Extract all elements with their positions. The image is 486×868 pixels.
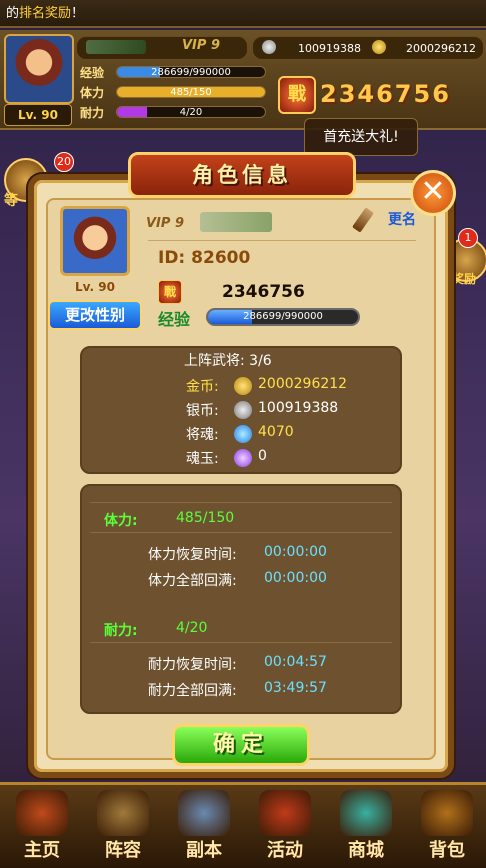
dialog-title: 角色信息 — [128, 152, 356, 198]
gem-shop-icon — [340, 790, 392, 836]
dialog-vip-label: VIP 9 — [146, 216, 184, 231]
stamina-recover-label: 体力恢复时间: — [148, 547, 237, 563]
announcement-ticker: 的排名奖励！ — [0, 0, 486, 28]
endurance-value: 4/20 — [176, 620, 208, 636]
resource-value: 4070 — [258, 424, 294, 440]
soul-jade-icon — [234, 449, 252, 467]
generals-value: 3/6 — [249, 353, 272, 369]
dialog-exp-bar: 286699/990000 — [206, 308, 360, 326]
resource-label: 银币: — [186, 403, 219, 419]
top-stat-bar: 485/150 — [116, 86, 266, 98]
nav-item[interactable]: 商城 — [326, 790, 406, 864]
side-label-right: 奖励 — [452, 272, 477, 286]
resource-value: 2000296212 — [258, 376, 348, 392]
gold-coin-icon — [234, 377, 252, 395]
side-badge-right: 1 — [458, 228, 478, 248]
player-avatar[interactable] — [4, 34, 74, 104]
top-stat-value: 286699/990000 — [151, 67, 231, 78]
ticker-highlight: 排名奖励 — [19, 6, 72, 21]
stamina-full-time: 00:00:00 — [264, 570, 327, 586]
nav-label: 活动 — [267, 840, 303, 861]
id-label: ID: — [158, 248, 186, 268]
stamina-full-label: 体力全部回满: — [148, 573, 237, 589]
resource-label: 金币: — [186, 379, 219, 395]
combat-power-value: 2346756 — [320, 80, 451, 108]
nav-label: 副本 — [186, 840, 222, 861]
gold-coin-icon — [372, 40, 386, 54]
home-gate-icon — [16, 790, 68, 836]
nav-label: 商城 — [348, 840, 384, 861]
dialog-exp-label: 经验 — [158, 310, 191, 329]
character-portrait — [60, 206, 130, 276]
silver-amount: 100919388 — [298, 42, 361, 55]
nav-label: 阵容 — [105, 840, 141, 861]
id-value: 82600 — [191, 248, 251, 268]
top-stat-label: 耐力 — [80, 106, 105, 120]
stamina-value: 485/150 — [176, 510, 235, 526]
top-stat-bar: 4/20 — [116, 106, 266, 118]
treasure-chest-icon — [421, 790, 473, 836]
stamina-recover-time: 00:00:00 — [264, 544, 327, 560]
soul-flame-icon — [234, 425, 252, 443]
endurance-full-label: 耐力全部回满: — [148, 683, 237, 699]
close-button[interactable]: ✕ — [410, 170, 456, 216]
silver-coin-icon — [262, 40, 276, 54]
divider — [90, 642, 392, 643]
side-badge-left: 20 — [54, 152, 74, 172]
drum-icon — [259, 790, 311, 836]
confirm-button[interactable]: 确定 — [172, 724, 310, 766]
top-stat-label: 体力 — [80, 86, 105, 100]
top-stat-bar: 286699/990000 — [116, 66, 266, 78]
endurance-full-time: 03:49:57 — [264, 680, 327, 696]
top-stat-label: 经验 — [80, 66, 105, 80]
top-stat-value: 485/150 — [170, 87, 212, 98]
combat-power-icon: 戰 — [278, 76, 316, 114]
rename-label: 更名 — [388, 212, 416, 228]
divider — [90, 532, 392, 533]
nav-label: 主页 — [24, 840, 60, 861]
dialog-exp-value: 286699/990000 — [243, 311, 323, 322]
nav-item[interactable]: 阵容 — [83, 790, 163, 864]
ticker-prefix: 的 — [6, 6, 20, 21]
top-stat-value: 4/20 — [179, 107, 203, 118]
nav-label: 背包 — [429, 840, 465, 861]
nav-item[interactable]: 副本 — [164, 790, 244, 864]
character-id: ID: 82600 — [158, 248, 250, 268]
player-name-redacted — [86, 40, 146, 54]
endurance-label: 耐力: — [104, 623, 138, 639]
endurance-recover-time: 00:04:57 — [264, 654, 327, 670]
divider — [90, 502, 392, 503]
endurance-recover-label: 耐力恢复时间: — [148, 657, 237, 673]
dialog-combat-power: 2346756 — [222, 282, 305, 302]
resource-label: 魂玉: — [186, 451, 219, 467]
resource-label: 将魂: — [186, 427, 219, 443]
lineup-scroll-icon — [97, 790, 149, 836]
nav-item[interactable]: 背包 — [407, 790, 486, 864]
divider — [148, 240, 416, 241]
side-label-left: 等 — [4, 193, 18, 209]
gold-amount: 2000296212 — [406, 42, 476, 55]
nav-item[interactable]: 主页 — [2, 790, 82, 864]
generals-row: 上阵武将: 3/6 — [184, 350, 272, 370]
silver-coin-icon — [234, 401, 252, 419]
first-recharge-promo[interactable]: 首充送大礼! — [304, 118, 418, 156]
vip-label: VIP 9 — [182, 38, 220, 53]
crossed-swords-icon — [178, 790, 230, 836]
change-gender-button[interactable]: 更改性别 — [48, 300, 142, 330]
character-name-redacted — [200, 212, 272, 232]
dialog-combat-icon: 戰 — [158, 280, 182, 304]
player-level: Lv. 90 — [4, 104, 72, 126]
resource-value: 0 — [258, 448, 267, 464]
nav-item[interactable]: 活动 — [245, 790, 325, 864]
character-level: Lv. 90 — [75, 280, 115, 294]
generals-label: 上阵武将: — [184, 353, 245, 369]
rename-button[interactable]: 更名 — [352, 204, 416, 236]
stamina-label: 体力: — [104, 513, 138, 529]
ticker-suffix: ！ — [71, 6, 85, 21]
resource-value: 100919388 — [258, 400, 339, 416]
